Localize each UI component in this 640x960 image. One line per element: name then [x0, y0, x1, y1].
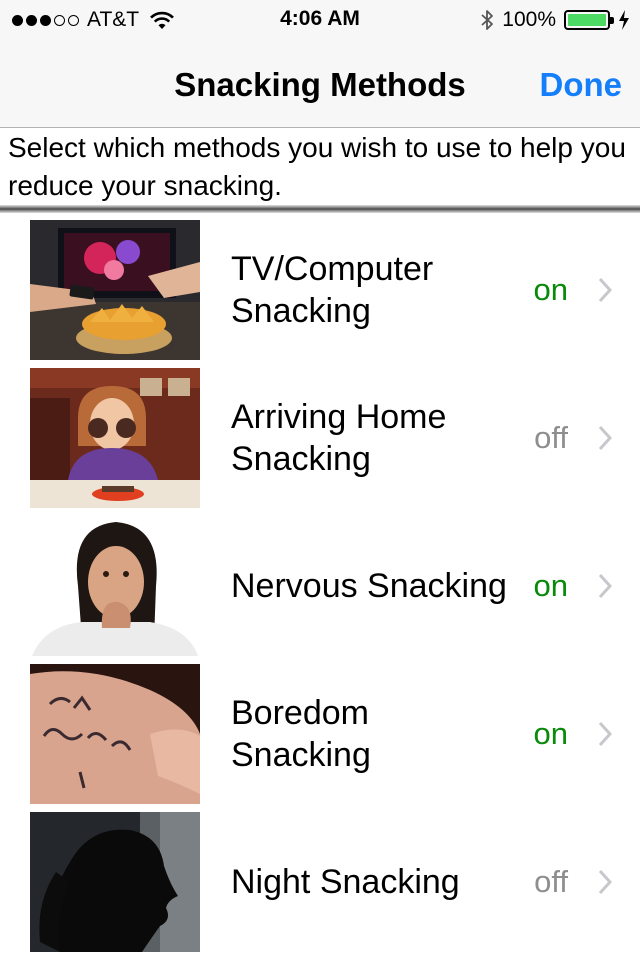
battery-icon	[564, 10, 614, 30]
method-row-night[interactable]: Night Snacking off	[0, 812, 640, 952]
method-label: TV/Computer Snacking	[231, 250, 434, 330]
method-status: off	[534, 864, 568, 899]
done-button[interactable]: Done	[540, 66, 623, 104]
status-right: 100%	[480, 7, 630, 33]
method-label: Nervous Snacking	[231, 567, 507, 605]
chevron-right-icon	[598, 573, 612, 599]
girl-eating-cookies-photo	[30, 368, 200, 508]
method-label: Boredom Snacking	[231, 694, 371, 774]
method-label: Arriving Home Snacking	[231, 398, 447, 478]
method-status: on	[533, 568, 568, 603]
tv-snacking-photo	[30, 220, 200, 360]
method-row-nervous[interactable]: Nervous Snacking on	[0, 516, 640, 656]
method-row-arriving-home[interactable]: Arriving Home Snacking off	[0, 368, 640, 508]
method-label: Night Snacking	[231, 863, 460, 901]
night-silhouette-photo	[30, 812, 200, 952]
instructions-text: Select which methods you wish to use to …	[8, 132, 626, 201]
battery-percentage: 100%	[502, 8, 556, 31]
chevron-right-icon	[598, 721, 612, 747]
method-row-boredom[interactable]: Boredom Snacking on	[0, 664, 640, 804]
chevron-right-icon	[598, 425, 612, 451]
chevron-right-icon	[598, 277, 612, 303]
method-status: on	[533, 716, 568, 751]
status-bar: AT&T 4:06 AM 100%	[0, 0, 640, 40]
navigation-bar: Snacking Methods Done	[0, 40, 640, 128]
method-status: off	[534, 420, 568, 455]
i-am-bored-hand-photo	[30, 664, 200, 804]
divider	[0, 205, 640, 213]
method-status: on	[533, 272, 568, 307]
charging-bolt-icon	[619, 10, 629, 30]
method-row-tv-computer[interactable]: TV/Computer Snacking on	[0, 220, 640, 360]
chevron-right-icon	[598, 869, 612, 895]
nervous-girl-photo	[30, 516, 200, 656]
bluetooth-icon	[481, 10, 494, 30]
